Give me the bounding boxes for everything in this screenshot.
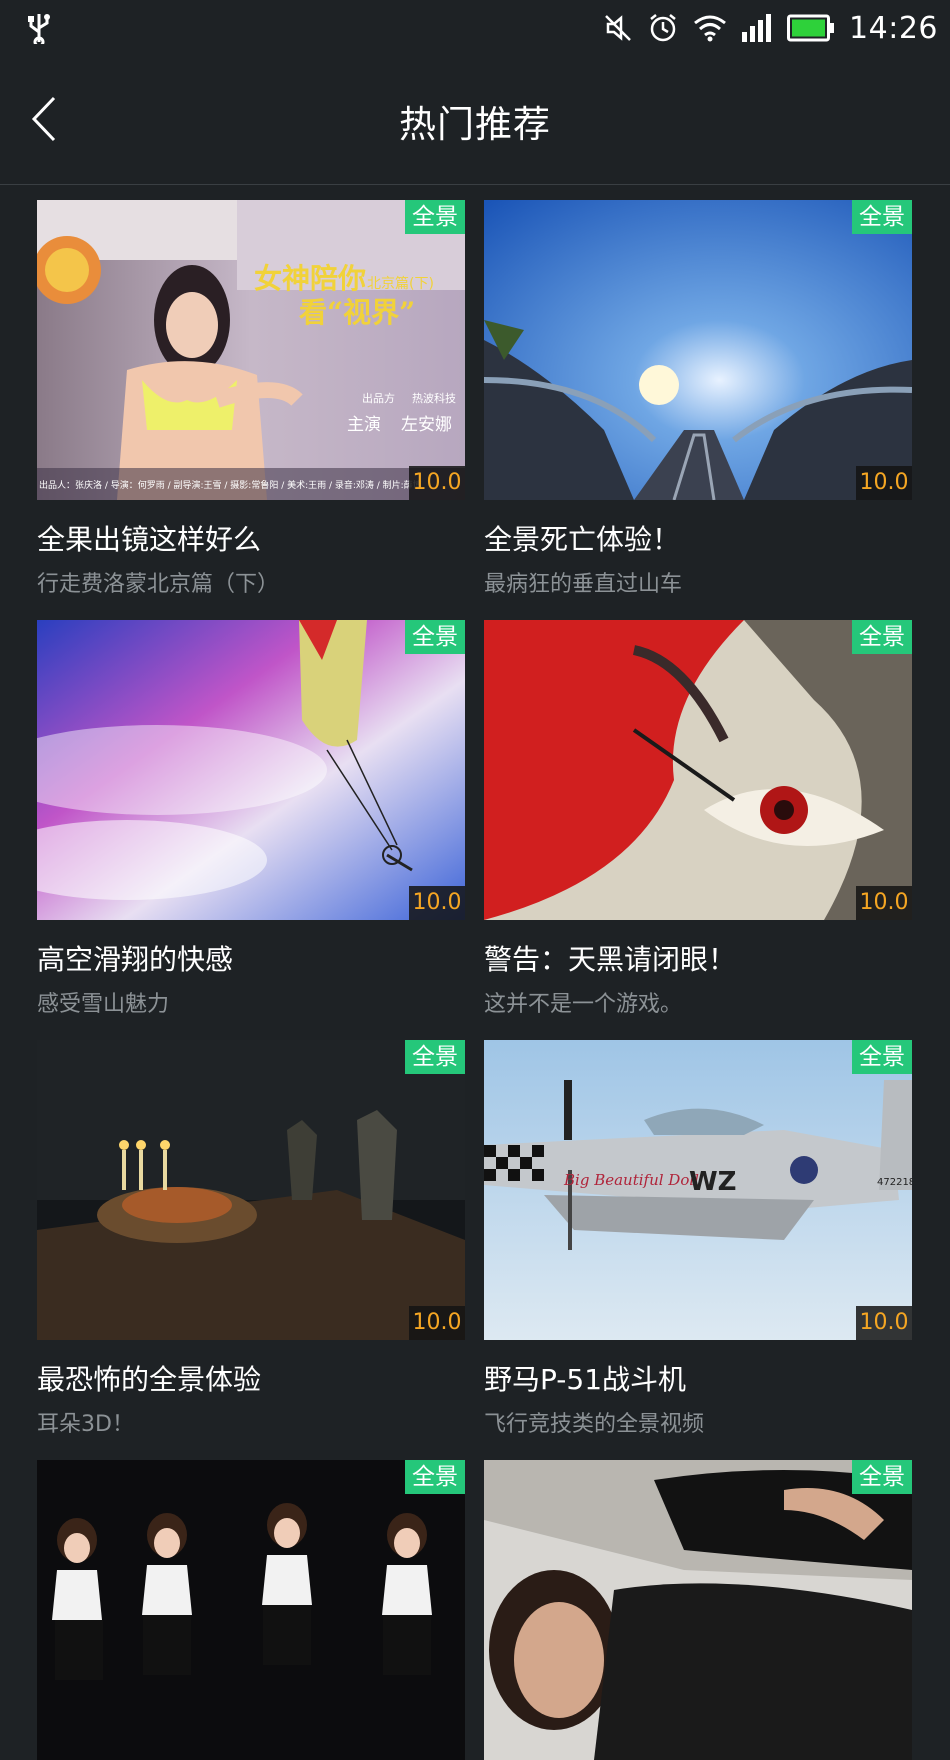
- video-thumbnail: 全景 10.0: [37, 1040, 465, 1340]
- video-card[interactable]: 女神陪你 北京篇(下) 看“视界” 出品方 热波科技 主演 左安娜 出品人：张庆…: [37, 200, 465, 598]
- video-thumbnail: 全景: [37, 1460, 465, 1760]
- panorama-badge: 全景: [405, 1040, 465, 1074]
- thumbnail-image-woman-lying: [484, 1460, 912, 1760]
- mute-icon: [605, 15, 631, 41]
- poster-producer-label: 出品方: [362, 391, 395, 405]
- thumbnail-image-horror-dining: [37, 1040, 465, 1340]
- poster-lead: 左安娜: [401, 415, 452, 435]
- video-card[interactable]: 全景 10.0 高空滑翔的快感 感受雪山魅力: [37, 620, 465, 1018]
- rating-score: 10.0: [856, 886, 912, 920]
- page-title: 热门推荐: [399, 103, 551, 146]
- thumbnail-image-eye: [484, 620, 912, 920]
- status-bar: 14:26: [0, 0, 950, 56]
- wifi-icon: [694, 15, 726, 42]
- usb-icon: [28, 14, 50, 44]
- signal-icon: [742, 14, 772, 42]
- video-subtitle: 这并不是一个游戏。: [484, 992, 683, 1017]
- video-title: 全景死亡体验！: [484, 523, 681, 556]
- panorama-badge: 全景: [852, 1460, 912, 1494]
- video-card[interactable]: 全景: [484, 1460, 912, 1760]
- thumbnail-image-paraglider: [37, 620, 465, 920]
- poster-lead-label: 主演: [347, 415, 381, 435]
- nose-art-text: Big Beautiful Doll: [563, 1171, 699, 1189]
- video-title: 警告：天黑请闭眼！: [484, 943, 737, 976]
- rating-score: 10.0: [856, 1306, 912, 1340]
- video-card[interactable]: 全景: [37, 1460, 465, 1760]
- video-card[interactable]: 全景 10.0 最恐怖的全景体验 耳朵3D！: [37, 1040, 465, 1438]
- video-thumbnail: 全景: [484, 1460, 912, 1760]
- video-title: 最恐怖的全景体验: [37, 1363, 262, 1396]
- video-thumbnail: 全景 10.0: [484, 620, 912, 920]
- video-card[interactable]: 全景 10.0 警告：天黑请闭眼！ 这并不是一个游戏。: [484, 620, 912, 1018]
- video-card[interactable]: 全景 10.0 全景死亡体验！ 最病狂的垂直过山车: [484, 200, 912, 598]
- video-subtitle: 飞行竞技类的全景视频: [484, 1412, 705, 1437]
- poster-main-text: 女神陪你: [254, 262, 366, 295]
- rating-score: 10.0: [856, 466, 912, 500]
- panorama-badge: 全景: [405, 1460, 465, 1494]
- video-subtitle: 最病狂的垂直过山车: [484, 572, 683, 597]
- battery-icon: [787, 14, 835, 42]
- panorama-badge: 全景: [852, 620, 912, 654]
- poster-city-text: 北京篇(下): [367, 276, 434, 292]
- plane-code-text: WZ: [689, 1167, 737, 1197]
- video-title: 高空滑翔的快感: [37, 943, 234, 976]
- panorama-badge: 全景: [405, 620, 465, 654]
- poster-main-text-2: 看“视界”: [299, 296, 415, 329]
- video-thumbnail: 全景 10.0: [37, 620, 465, 920]
- video-title: 全果出镜这样好么: [37, 523, 262, 556]
- app-bar: 热门推荐: [0, 56, 950, 185]
- video-thumbnail: 女神陪你 北京篇(下) 看“视界” 出品方 热波科技 主演 左安娜 出品人：张庆…: [37, 200, 465, 500]
- thumbnail-image-rollercoaster: [484, 200, 912, 500]
- rating-score: 10.0: [409, 886, 465, 920]
- video-title: 野马P-51战斗机: [484, 1363, 687, 1396]
- thumbnail-image-girl-poster: 女神陪你 北京篇(下) 看“视界” 出品方 热波科技 主演 左安娜 出品人：张庆…: [37, 200, 465, 500]
- rating-score: 10.0: [409, 466, 465, 500]
- panorama-badge: 全景: [405, 200, 465, 234]
- panorama-badge: 全景: [852, 1040, 912, 1074]
- video-subtitle: 感受雪山魅力: [37, 992, 170, 1017]
- thumbnail-image-dancers: [37, 1460, 465, 1760]
- poster-credits: 出品人：张庆洛 / 导演：何罗雨 / 副导演:王雪 / 摄影:常鲁阳 / 美术:…: [39, 479, 422, 491]
- video-thumbnail: Big Beautiful Doll WZ 472218 全景 10.0: [484, 1040, 912, 1340]
- panorama-badge: 全景: [852, 200, 912, 234]
- video-thumbnail: 全景 10.0: [484, 200, 912, 500]
- rating-score: 10.0: [409, 1306, 465, 1340]
- clock: 14:26: [849, 10, 938, 46]
- tail-number-text: 472218: [877, 1177, 912, 1188]
- thumbnail-image-p51-fighter: Big Beautiful Doll WZ 472218: [484, 1040, 912, 1340]
- video-card[interactable]: Big Beautiful Doll WZ 472218 全景 10.0 野马P…: [484, 1040, 912, 1438]
- poster-producer: 热波科技: [412, 391, 456, 405]
- video-subtitle: 行走费洛蒙北京篇（下）: [37, 572, 280, 597]
- video-subtitle: 耳朵3D！: [37, 1412, 134, 1437]
- alarm-icon: [650, 14, 676, 42]
